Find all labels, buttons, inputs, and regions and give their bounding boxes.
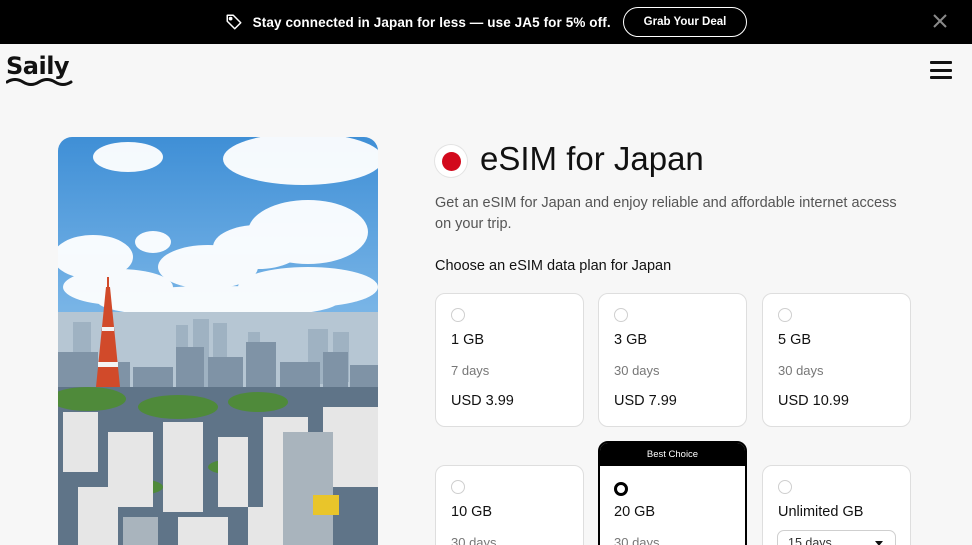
plan-data: 20 GB	[614, 504, 656, 520]
plan-data: 3 GB	[614, 332, 648, 348]
plan-card-10gb[interactable]: 10 GB 30 days	[435, 465, 584, 545]
plan-data: 1 GB	[451, 332, 485, 348]
site-header: Saily	[0, 44, 972, 96]
plan-data: Unlimited GB	[778, 504, 864, 520]
promo-banner: Stay connected in Japan for less — use J…	[0, 0, 972, 44]
plan-data: 5 GB	[778, 332, 812, 348]
plan-duration: 30 days	[614, 363, 660, 378]
hero-image	[58, 137, 378, 545]
promo-text: Stay connected in Japan for less — use J…	[252, 14, 611, 30]
plan-price: USD 3.99	[451, 393, 514, 409]
plan-radio[interactable]	[778, 308, 792, 322]
plan-radio[interactable]	[778, 480, 792, 494]
page-title: eSIM for Japan	[480, 140, 704, 177]
plan-card-3gb[interactable]: 3 GB 30 days USD 7.99	[598, 293, 747, 427]
close-icon[interactable]	[930, 11, 950, 31]
plan-radio-selected[interactable]	[614, 482, 628, 496]
plan-card-1gb[interactable]: 1 GB 7 days USD 3.99	[435, 293, 584, 427]
plan-price: USD 7.99	[614, 393, 677, 409]
plan-data: 10 GB	[451, 504, 493, 520]
plan-radio[interactable]	[614, 308, 628, 322]
plans-heading: Choose an eSIM data plan for Japan	[435, 258, 672, 274]
plan-duration: 7 days	[451, 363, 490, 378]
duration-select[interactable]: 15 days	[777, 530, 896, 545]
grab-deal-button[interactable]: Grab Your Deal	[622, 7, 748, 37]
plan-card-unlimited[interactable]: Unlimited GB 15 days	[762, 465, 911, 545]
plan-price: USD 10.99	[778, 393, 849, 409]
duration-select-value: 15 days	[788, 536, 832, 545]
plan-card-20gb[interactable]: Best Choice 20 GB 30 days	[598, 441, 747, 545]
logo-wave-icon	[6, 78, 73, 86]
best-choice-badge: Best Choice	[600, 443, 745, 466]
plan-card-5gb[interactable]: 5 GB 30 days USD 10.99	[762, 293, 911, 427]
plan-duration: 30 days	[451, 535, 497, 545]
saily-logo[interactable]: Saily	[6, 52, 78, 88]
product-description: Get an eSIM for Japan and enjoy reliable…	[435, 195, 897, 232]
tag-icon	[226, 14, 242, 30]
tokyo-skyline-image	[58, 137, 378, 545]
plan-duration: 30 days	[778, 363, 824, 378]
plan-radio[interactable]	[451, 308, 465, 322]
logo-text: Saily	[6, 52, 70, 80]
chevron-down-icon	[875, 541, 883, 545]
hamburger-menu-icon[interactable]	[930, 61, 952, 79]
plan-radio[interactable]	[451, 480, 465, 494]
japan-flag-icon	[435, 145, 467, 177]
plan-duration: 30 days	[614, 535, 660, 545]
